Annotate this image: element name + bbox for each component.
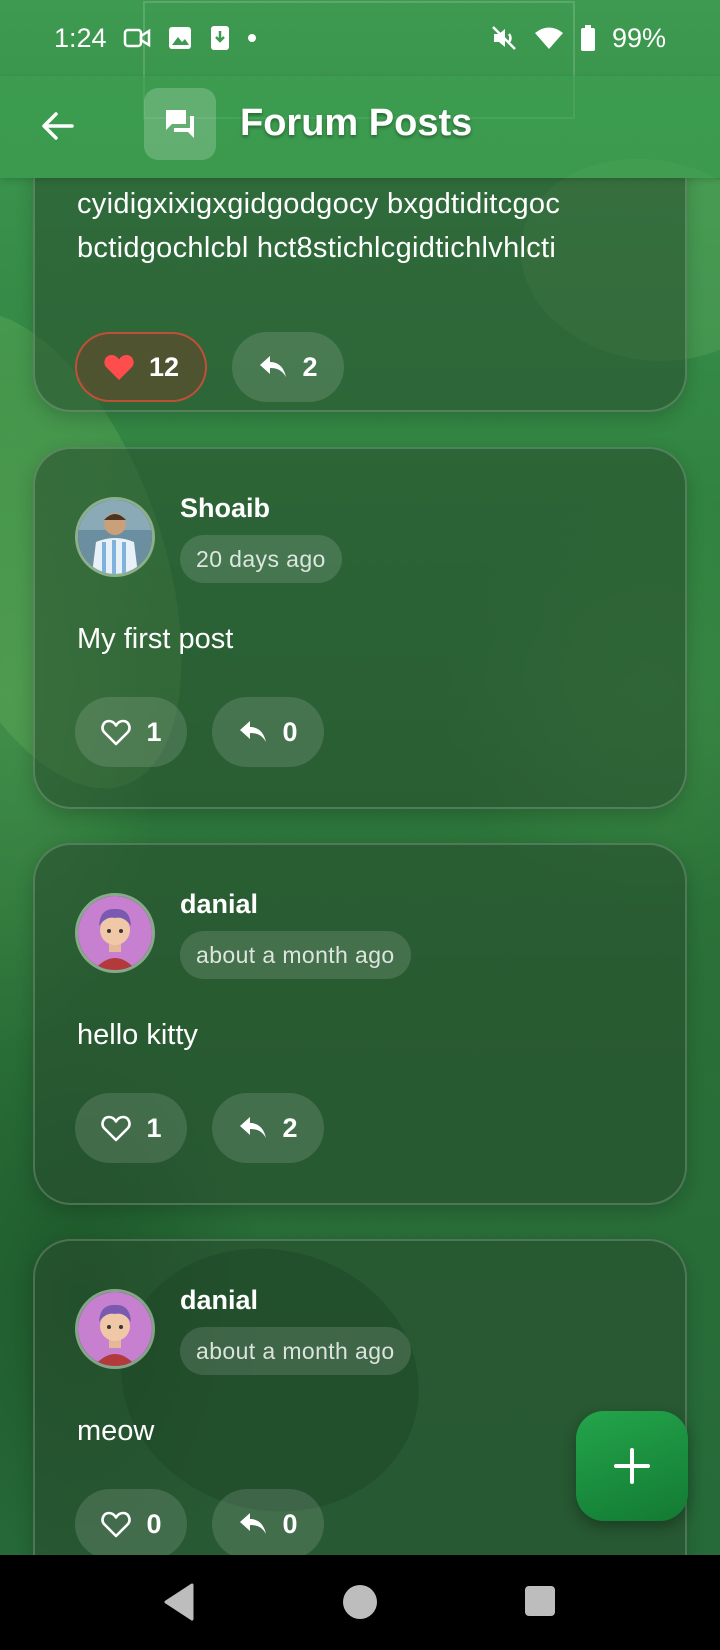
post-timestamp: about a month ago (180, 931, 411, 979)
status-bar: 1:24 99% (0, 0, 720, 76)
heart-outline-icon (101, 1511, 132, 1538)
reply-count: 2 (282, 1112, 298, 1143)
back-button[interactable] (36, 104, 80, 148)
reply-button[interactable]: 2 (212, 1093, 324, 1163)
nav-recents-button[interactable] (525, 1586, 555, 1616)
video-icon (123, 27, 151, 49)
post-text: meow (77, 1415, 155, 1447)
like-button[interactable]: 1 (75, 697, 187, 767)
reply-count: 2 (302, 351, 318, 382)
post-card[interactable]: Shoaib 20 days ago My first post 1 0 (33, 447, 687, 809)
post-author[interactable]: danial (180, 889, 258, 920)
post-author[interactable]: Shoaib (180, 493, 270, 524)
nav-back-button[interactable] (162, 1583, 196, 1626)
reply-icon (260, 356, 287, 377)
status-time: 1:24 (54, 22, 107, 53)
post-feed[interactable]: cyidigxixigxgidgodgocy bxgdtiditcgoc bct… (0, 178, 720, 1555)
forum-icon-container (144, 88, 216, 160)
post-text: cyidigxixigxgidgodgocy bxgdtiditcgoc bct… (77, 188, 561, 264)
mute-icon (490, 24, 518, 52)
back-arrow-icon (42, 112, 74, 140)
reply-icon (240, 1117, 267, 1138)
like-count: 12 (148, 351, 180, 382)
page-title: Forum Posts (240, 102, 473, 144)
like-count: 1 (146, 1112, 162, 1143)
dot-icon (247, 33, 257, 43)
triangle-back-icon (164, 1583, 194, 1621)
nav-home-button[interactable] (343, 1585, 377, 1619)
reply-button[interactable]: 2 (232, 332, 344, 402)
reply-count: 0 (282, 716, 298, 747)
avatar[interactable] (75, 893, 155, 973)
post-card[interactable]: danial about a month ago hello kitty 1 2 (33, 843, 687, 1205)
battery-icon (580, 25, 596, 51)
download-icon (209, 24, 231, 52)
post-timestamp: about a month ago (180, 1327, 411, 1375)
like-count: 0 (146, 1508, 162, 1539)
post-author[interactable]: danial (180, 1285, 258, 1316)
system-navigation-bar (0, 1555, 720, 1650)
like-count: 1 (146, 716, 162, 747)
reply-icon (240, 1513, 267, 1534)
heart-outline-icon (101, 1115, 132, 1142)
post-text: hello kitty (77, 1019, 198, 1051)
like-button[interactable]: 1 (75, 1093, 187, 1163)
post-text: My first post (77, 623, 234, 655)
new-post-button[interactable] (576, 1411, 688, 1521)
battery-percent: 99% (611, 22, 666, 53)
photo-icon (167, 25, 193, 51)
heart-outline-icon (101, 719, 132, 746)
like-button[interactable]: 0 (75, 1489, 187, 1555)
forum-icon (166, 110, 194, 138)
like-button[interactable]: 12 (75, 332, 207, 402)
post-timestamp: 20 days ago (180, 535, 342, 583)
heart-filled-icon (104, 355, 134, 380)
avatar[interactable] (75, 1289, 155, 1369)
app-bar: Forum Posts (0, 76, 720, 178)
reply-count: 0 (282, 1508, 298, 1539)
plus-icon (614, 1448, 650, 1484)
avatar[interactable] (75, 497, 155, 577)
reply-icon (240, 721, 267, 742)
wifi-icon (534, 26, 564, 50)
post-card[interactable]: cyidigxixigxgidgodgocy bxgdtiditcgoc bct… (33, 178, 687, 412)
reply-button[interactable]: 0 (212, 697, 324, 767)
reply-button[interactable]: 0 (212, 1489, 324, 1555)
